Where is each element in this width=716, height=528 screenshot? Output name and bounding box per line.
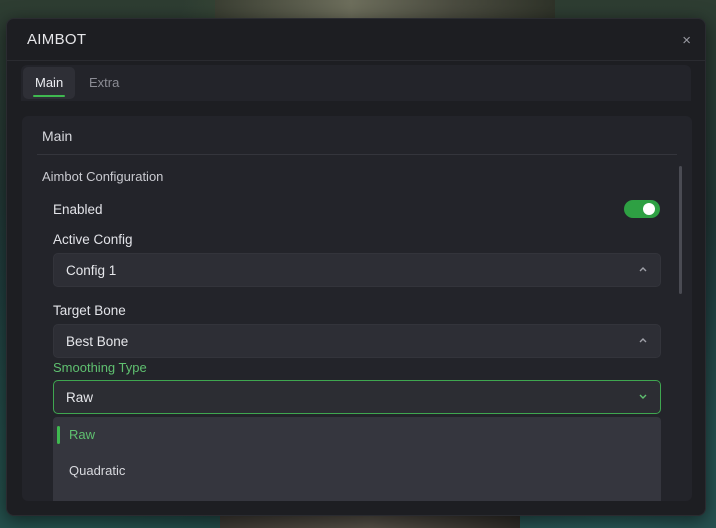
option-label: Raw bbox=[69, 427, 96, 442]
smoothing-type-label: Smoothing Type bbox=[53, 360, 147, 375]
smoothing-type-value: Raw bbox=[66, 390, 94, 405]
smoothing-type-select[interactable]: Raw bbox=[53, 380, 661, 414]
target-bone-select[interactable]: Best Bone bbox=[53, 324, 661, 358]
tab-main[interactable]: Main bbox=[23, 67, 76, 99]
chevron-down-icon bbox=[638, 388, 648, 407]
chevron-up-icon bbox=[638, 332, 648, 351]
window-title: AIMBOT bbox=[27, 31, 87, 48]
dropdown-option-raw[interactable]: Raw bbox=[53, 417, 661, 453]
section-title: Main bbox=[42, 128, 73, 144]
active-config-label: Active Config bbox=[53, 232, 133, 247]
close-icon[interactable]: × bbox=[682, 32, 691, 49]
target-bone-label: Target Bone bbox=[53, 303, 126, 318]
target-bone-value: Best Bone bbox=[66, 334, 129, 349]
chevron-up-icon bbox=[638, 261, 648, 280]
smoothing-type-dropdown: Raw Quadratic bbox=[53, 417, 661, 501]
tab-extra[interactable]: Extra bbox=[77, 67, 131, 99]
selected-indicator bbox=[57, 426, 60, 444]
panel-scrollbar[interactable] bbox=[679, 166, 682, 294]
group-title: Aimbot Configuration bbox=[42, 169, 164, 184]
aimbot-window: AIMBOT × Main Extra Main Aimbot Configur… bbox=[6, 18, 706, 516]
active-config-value: Config 1 bbox=[66, 263, 117, 278]
enabled-toggle[interactable] bbox=[624, 200, 660, 218]
active-config-select[interactable]: Config 1 bbox=[53, 253, 661, 287]
enabled-label: Enabled bbox=[53, 202, 103, 217]
title-divider bbox=[7, 60, 705, 61]
dropdown-option-quadratic[interactable]: Quadratic bbox=[53, 453, 661, 489]
toggle-knob bbox=[643, 203, 655, 215]
tab-bar: Main Extra bbox=[21, 65, 691, 101]
main-panel: Main Aimbot Configuration Enabled Active… bbox=[22, 116, 692, 501]
section-divider bbox=[37, 154, 677, 155]
option-label: Quadratic bbox=[69, 463, 126, 478]
